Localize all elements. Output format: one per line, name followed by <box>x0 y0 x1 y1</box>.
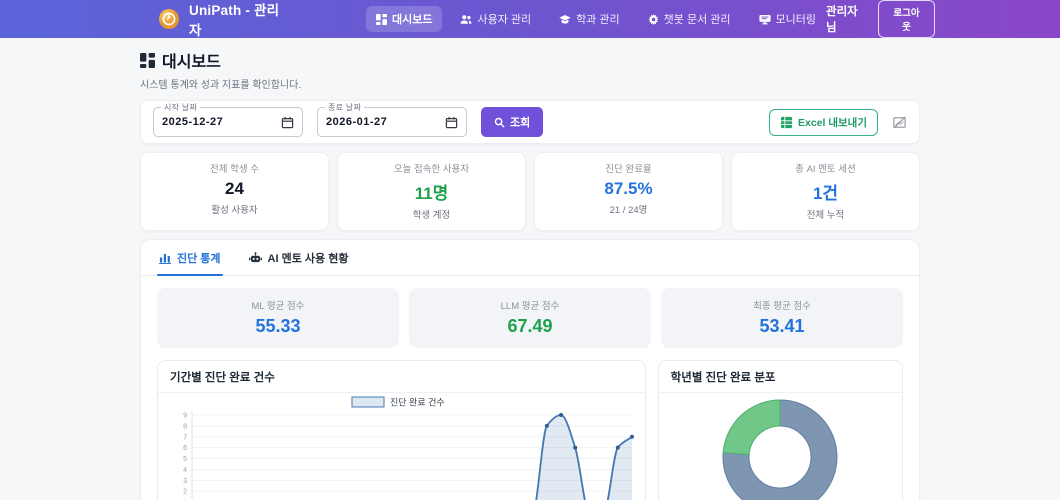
calendar-icon[interactable] <box>445 116 458 129</box>
donut-chart-canvas[interactable] <box>669 393 891 500</box>
image-broken-icon <box>892 115 907 130</box>
dashboard-panel: 진단 통계 AI 멘토 사용 현황 ML 평균 점수 55.33 LLM 평균 … <box>140 239 920 500</box>
svg-text:9: 9 <box>183 413 187 420</box>
line-chart-canvas[interactable]: 01234567892025-12-272026-01-022026-01-08… <box>158 393 645 500</box>
search-button[interactable]: 조회 <box>481 107 544 137</box>
users-icon <box>460 14 472 24</box>
nav-item-dashboard[interactable]: 대시보드 <box>365 6 443 32</box>
nav-item-monitoring[interactable]: 모니터링 <box>749 6 826 32</box>
chatbot-doc-icon <box>648 13 659 25</box>
score-card-final: 최종 평균 점수 53.41 <box>661 288 903 348</box>
score-card-ml: ML 평균 점수 55.33 <box>157 288 399 348</box>
main-content: 대시보드 시스템 통계와 성과 지표를 확인합니다. 시작 날짜 2025-12… <box>140 48 920 500</box>
svg-text:2: 2 <box>183 489 187 496</box>
tab-ai-mentor-usage[interactable]: AI 멘토 사용 현황 <box>247 240 351 275</box>
top-navbar: UniPath - 관리자 대시보드 사용자 관리 학과 관리 챗봇 문서 관리… <box>0 0 1060 38</box>
nav-item-user-management[interactable]: 사용자 관리 <box>450 6 541 32</box>
school-icon <box>559 14 571 24</box>
start-date-label: 시작 날짜 <box>161 102 201 113</box>
stats-row: 전체 학생 수 24 활성 사용자 오늘 접속한 사용자 11명 학생 계정 진… <box>140 152 920 231</box>
tab-bar: 진단 통계 AI 멘토 사용 현황 <box>141 240 919 276</box>
calendar-icon[interactable] <box>281 116 294 129</box>
scores-row: ML 평균 점수 55.33 LLM 평균 점수 67.49 최종 평균 점수 … <box>141 276 919 348</box>
svg-text:진단 완료 건수: 진단 완료 건수 <box>390 398 445 408</box>
donut-chart-title: 학년별 진단 완료 분포 <box>658 361 902 393</box>
svg-text:6: 6 <box>183 445 187 452</box>
user-name: 관리자님 <box>825 6 858 34</box>
excel-export-button[interactable]: Excel 내보내기 <box>769 108 878 136</box>
tab-diagnosis-stats[interactable]: 진단 통계 <box>157 240 223 276</box>
robot-icon <box>248 252 262 263</box>
app-title: UniPath - 관리자 <box>189 3 280 38</box>
grid-icon <box>375 13 387 25</box>
line-chart-title: 기간별 진단 완료 건수 <box>158 361 645 393</box>
monitor-icon <box>758 14 771 24</box>
logout-button[interactable]: 로그아웃 <box>877 0 935 38</box>
svg-text:4: 4 <box>183 467 187 474</box>
svg-text:3: 3 <box>183 478 187 485</box>
line-chart-card: 기간별 진단 완료 건수 01234567892025-12-272026-01… <box>157 360 646 500</box>
svg-text:8: 8 <box>183 423 187 430</box>
unipath-logo-icon <box>158 8 180 30</box>
svg-text:7: 7 <box>183 434 187 441</box>
stat-card-total-students: 전체 학생 수 24 활성 사용자 <box>140 152 329 231</box>
search-icon <box>494 117 505 128</box>
end-date-label: 종료 날짜 <box>325 102 365 113</box>
page-subtitle: 시스템 통계와 성과 지표를 확인합니다. <box>140 80 302 91</box>
page-title: 대시보드 <box>140 48 920 72</box>
charts-row: 기간별 진단 완료 건수 01234567892025-12-272026-01… <box>141 348 919 500</box>
bar-chart-icon <box>159 253 171 264</box>
score-card-llm: LLM 평균 점수 67.49 <box>409 288 651 348</box>
dashboard-icon <box>140 52 155 68</box>
end-date-input[interactable]: 종료 날짜 2026-01-27 <box>317 102 467 137</box>
filter-bar: 시작 날짜 2025-12-27 종료 날짜 2026-01-27 조회 Exc… <box>140 100 920 144</box>
stat-card-today-users: 오늘 접속한 사용자 11명 학생 계정 <box>337 152 526 231</box>
excel-icon <box>780 116 793 128</box>
stat-card-ai-sessions: 총 AI 멘토 세션 1건 전체 누적 <box>731 152 920 231</box>
donut-chart-card: 학년별 진단 완료 분포 1학년: 16명 (76.2%)2학년: 5명 (23… <box>657 360 903 500</box>
start-date-input[interactable]: 시작 날짜 2025-12-27 <box>153 102 303 137</box>
svg-text:5: 5 <box>183 456 187 463</box>
stat-card-diagnosis-rate: 진단 완료율 87.5% 21 / 24명 <box>534 152 723 231</box>
main-nav: 대시보드 사용자 관리 학과 관리 챗봇 문서 관리 모니터링 <box>365 6 826 32</box>
nav-item-department-management[interactable]: 학과 관리 <box>549 6 630 32</box>
nav-item-chatbot-docs[interactable]: 챗봇 문서 관리 <box>638 6 741 32</box>
